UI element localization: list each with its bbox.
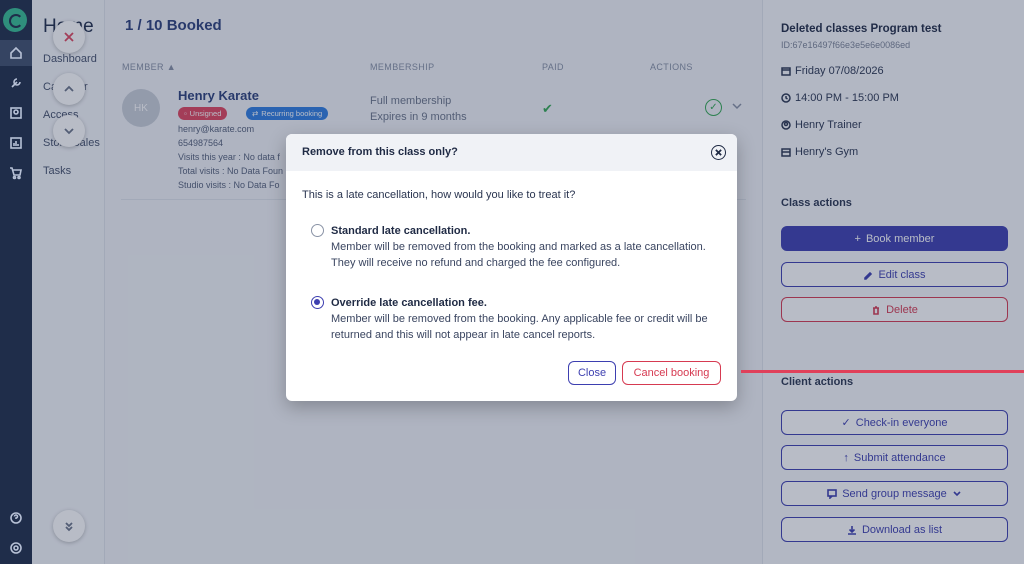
cancel-booking-button[interactable]: Cancel booking (622, 361, 721, 385)
dialog-prompt: This is a late cancellation, how would y… (302, 189, 576, 201)
annotation-line (741, 370, 1024, 373)
late-cancellation-dialog: Remove from this class only? This is a l… (286, 134, 737, 401)
user-card-icon[interactable] (0, 100, 32, 126)
dialog-title: Remove from this class only? (302, 146, 458, 158)
close-icon (715, 149, 722, 156)
close-button[interactable]: Close (568, 361, 616, 385)
dialog-close-button[interactable] (711, 145, 726, 160)
standard-late-cancellation-radio[interactable] (311, 224, 324, 237)
override-late-cancellation-desc: Member will be removed from the booking.… (331, 313, 708, 341)
override-late-cancellation-title[interactable]: Override late cancellation fee. (331, 297, 487, 309)
tools-icon[interactable] (0, 70, 32, 96)
chart-icon[interactable] (0, 130, 32, 156)
dialog-header: Remove from this class only? (286, 134, 737, 171)
home-icon[interactable] (0, 40, 32, 66)
cart-icon[interactable] (0, 160, 32, 186)
standard-late-cancellation-desc: Member will be removed from the booking … (331, 241, 706, 269)
icon-rail (0, 0, 32, 564)
app-logo-icon[interactable] (3, 8, 27, 32)
standard-late-cancellation-title[interactable]: Standard late cancellation. (331, 225, 470, 237)
settings-icon[interactable] (0, 535, 32, 561)
help-icon[interactable] (0, 505, 32, 531)
override-late-cancellation-radio[interactable] (311, 296, 324, 309)
